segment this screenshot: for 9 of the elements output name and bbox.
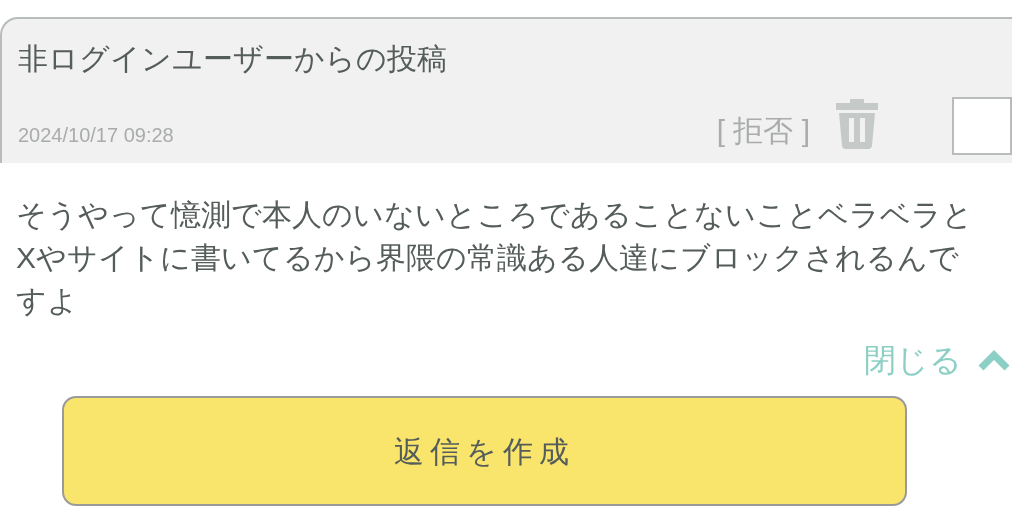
reply-button[interactable]: 返信を作成 [61, 396, 907, 506]
post-body: そうやって憶測で本人のいないところであることないことベラベラとXやサイトに書いてるから界隈の常識ある人達にブロックされるんですよ [15, 197, 974, 319]
post-title: 非ログインユーザーからの投稿 [18, 41, 448, 77]
select-checkbox[interactable] [952, 97, 1012, 155]
post-date: 2024/10/17 09:28 [18, 123, 174, 148]
reject-link[interactable]: [ 拒否 ] [716, 107, 810, 153]
collapse-link[interactable]: 閉じる [864, 336, 1010, 384]
trash-icon[interactable] [834, 99, 880, 149]
chevron-up-icon [978, 349, 1010, 371]
